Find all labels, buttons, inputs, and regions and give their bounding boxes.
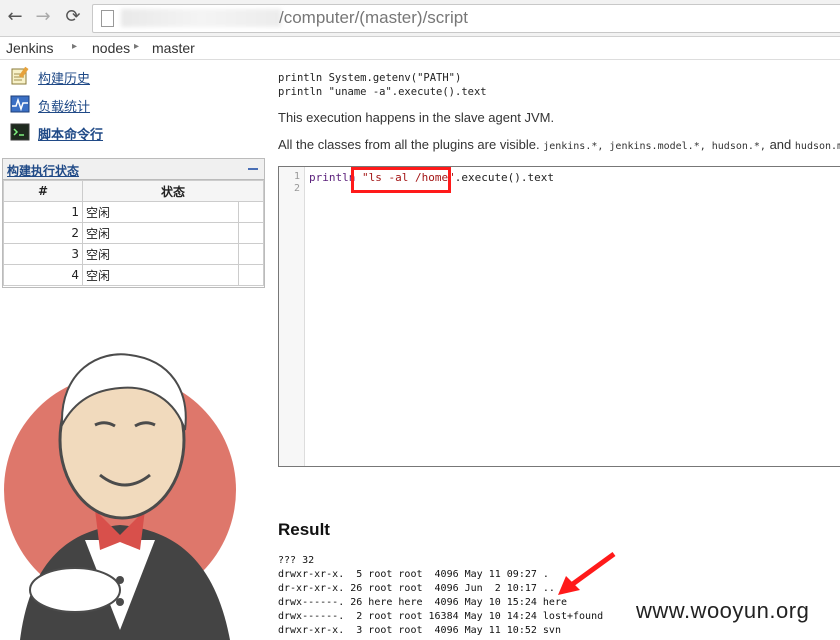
editor-gutter: 1 2 [279, 167, 305, 466]
jenkins-mascot-logo [4, 353, 236, 640]
executor-action [238, 243, 264, 265]
forward-icon[interactable]: → [32, 6, 54, 28]
url-path: /computer/(master)/script [279, 8, 468, 27]
sidebar-item-label[interactable]: 负载统计 [38, 96, 90, 115]
breadcrumb: Jenkins ▸ nodes ▸ master [0, 37, 840, 60]
executor-panel-header: 构建执行状态 [3, 159, 264, 180]
column-header-status: 状态 [82, 180, 264, 202]
classes-tail: hudson.m [794, 141, 840, 152]
collapse-icon[interactable] [248, 168, 258, 170]
example-code-line: println System.getenv("PATH") [278, 72, 462, 84]
result-line: drwxr-xr-x. 3 root root 4096 May 11 10:5… [278, 625, 561, 636]
notepad-icon [11, 66, 29, 85]
breadcrumb-jenkins[interactable]: Jenkins [6, 40, 53, 56]
executor-table: # 状态 1 空闲 2 空闲 3 空闲 4 空闲 [3, 180, 264, 286]
chart-icon [10, 95, 30, 113]
result-line: drwxr-xr-x. 5 root root 4096 May 11 09:2… [278, 569, 549, 580]
executor-status: 空闲 [82, 222, 239, 244]
address-bar[interactable]: /computer/(master)/script [92, 4, 840, 33]
executor-action [238, 222, 264, 244]
sidebar-item-label[interactable]: 构建历史 [38, 68, 90, 87]
line-number: 2 [293, 183, 300, 194]
red-arrow-icon [558, 552, 616, 595]
browser-toolbar: ← → ⟳ /computer/(master)/script [0, 0, 840, 37]
executor-number: 3 [3, 243, 83, 265]
table-row: 2 空闲 [3, 222, 264, 244]
classes-note-text: All the classes from all the plugins are… [278, 137, 540, 152]
line-number: 1 [293, 171, 300, 182]
breadcrumb-master[interactable]: master [152, 40, 195, 56]
column-header-number: # [3, 180, 83, 202]
executor-status: 空闲 [82, 264, 239, 286]
result-heading: Result [278, 520, 330, 539]
executor-status: 空闲 [82, 201, 239, 223]
classes-and: and [769, 137, 792, 152]
red-highlight-box [351, 167, 451, 193]
script-editor[interactable]: 1 2 println "ls -al /home".execute().tex… [278, 166, 840, 467]
executor-status-panel: 构建执行状态 # 状态 1 空闲 2 空闲 3 空闲 4 空闲 [2, 158, 265, 288]
breadcrumb-nodes[interactable]: nodes [92, 40, 130, 56]
executor-number: 2 [3, 222, 83, 244]
classes-packages: jenkins.*, jenkins.model.*, hudson.*, [543, 141, 766, 152]
chevron-right-icon: ▸ [72, 41, 78, 52]
code-rest: .execute().text [454, 171, 555, 184]
watermark: www.wooyun.org [636, 598, 810, 623]
executor-panel-title[interactable]: 构建执行状态 [7, 162, 79, 179]
result-line: ??? 32 [278, 555, 315, 566]
executor-number: 4 [3, 264, 83, 286]
reload-icon[interactable]: ⟳ [62, 6, 84, 28]
redacted-host [121, 9, 281, 27]
result-line: dr-xr-xr-x. 26 root root 4096 Jun 2 10:1… [278, 583, 555, 594]
result-line: drwx------. 26 here here 4096 May 10 15:… [278, 597, 567, 608]
executor-status: 空闲 [82, 243, 239, 265]
chevron-right-icon: ▸ [134, 41, 140, 52]
result-line: drwx------. 2 root root 16384 May 10 14:… [278, 611, 604, 622]
table-row: 3 空闲 [3, 243, 264, 265]
table-row: 4 空闲 [3, 264, 264, 286]
classes-note: All the classes from all the plugins are… [278, 137, 840, 152]
table-row: 1 空闲 [3, 201, 264, 223]
slave-note: This execution happens in the slave agen… [278, 110, 555, 125]
executor-number: 1 [3, 201, 83, 223]
code-keyword: println [309, 171, 356, 184]
terminal-icon [10, 123, 30, 141]
back-icon[interactable]: ← [4, 6, 26, 28]
sidebar-item-label[interactable]: 脚本命令行 [38, 124, 103, 143]
executor-action [238, 201, 264, 223]
example-code-line: println "uname -a".execute().text [278, 86, 487, 98]
executor-action [238, 264, 264, 286]
page-icon [101, 10, 114, 27]
